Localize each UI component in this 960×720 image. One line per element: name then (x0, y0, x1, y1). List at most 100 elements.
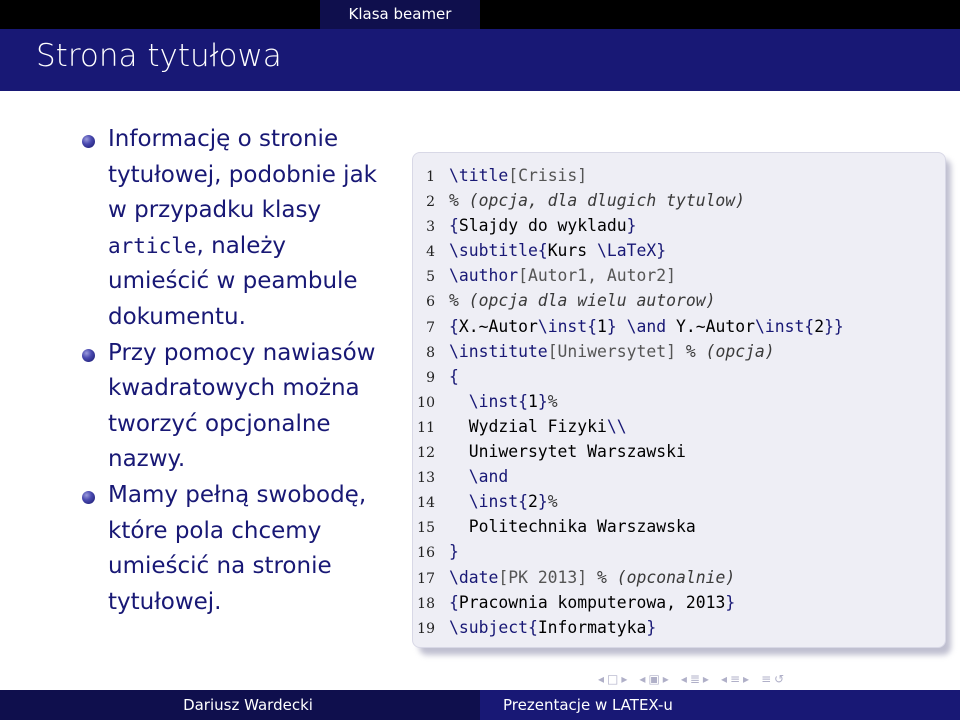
code-line-number: 4 (426, 244, 435, 261)
code-line-number: 15 (417, 520, 435, 537)
code-line: 11 Wydzial Fizyki\\ (413, 414, 947, 439)
bullet-text: Przy pomocy nawiasów kwadratowych można … (108, 339, 376, 473)
code-line: 6 % (opcja dla wielu autorow) (413, 288, 947, 313)
code-lines: 1 \title[Crisis] 2 % (opcja, dla dlugich ty… (413, 163, 947, 640)
code-token: \inst{ (537, 316, 598, 336)
code-token: % (opcja dla wielu autorow) (449, 291, 716, 311)
code-token: 1 (597, 316, 607, 336)
frame-title: Strona tytułowa (36, 38, 282, 74)
footer: Dariusz Wardecki Prezentacje w LATEX-u (0, 690, 960, 720)
nav-prev-subsection-icon[interactable]: ◂ (639, 672, 645, 686)
code-token: \institute (449, 341, 548, 361)
code-token: Politechnika Warszawska (449, 517, 696, 537)
code-line: 13 \and (413, 464, 947, 489)
navigation-symbols: ◂ □ ▸ ◂ ▣ ▸ ◂ ≣ ▸ ◂ ≡ ▸ ≡ ↺ (598, 672, 787, 686)
code-line-number: 17 (417, 570, 435, 587)
nav-subsection-icon[interactable]: ▣ (648, 672, 659, 686)
nav-prev-section-icon[interactable]: ◂ (681, 672, 687, 686)
code-token: { (449, 316, 459, 336)
code-token: } (606, 316, 617, 336)
code-line-number: 11 (417, 419, 435, 436)
code-line-number: 18 (417, 595, 435, 612)
code-line: 8 \institute[Uniwersytet] % (opcja) (413, 339, 947, 364)
code-token: { (449, 216, 459, 236)
code-line: 15 Politechnika Warszawska (413, 514, 947, 539)
code-token: \and (626, 316, 667, 336)
code-token: % (opcja, dla dlugich tytulow) (449, 191, 746, 211)
code-token: [Crisis] (508, 166, 588, 185)
code-token: Informatyka (537, 617, 647, 637)
code-token: Uniwersytet Warszawski (449, 442, 686, 462)
code-line-number: 5 (426, 269, 435, 286)
code-token: X.~Autor (458, 316, 538, 336)
code-token: % (547, 391, 558, 411)
code-token: \subtitle{ (449, 241, 548, 261)
bullet-list: Informację o stronie tytułowej, podobnie… (82, 122, 392, 620)
code-token: \subject{ (449, 617, 538, 637)
bullet-text: Mamy pełną swobodę, które pola chcemy um… (108, 481, 367, 615)
code-token: [Autor1, Autor2] (518, 266, 676, 286)
code-token: } (449, 542, 459, 562)
nav-next-frame-icon[interactable]: ▸ (621, 672, 627, 686)
code-token: \\ (606, 416, 627, 436)
nav-next-subsection-icon[interactable]: ▸ (663, 672, 669, 686)
code-line-number: 6 (426, 294, 435, 311)
nav-page-icon[interactable]: ≡ (730, 672, 740, 686)
code-line-number: 10 (417, 394, 435, 411)
footer-title: Prezentacje w LATEX-u (480, 690, 960, 720)
section-title[interactable]: Klasa beamer (320, 0, 480, 29)
code-line-number: 1 (426, 169, 435, 185)
code-token: \inst{ (468, 391, 528, 411)
code-line: 3 {Slajdy do wykladu} (413, 213, 947, 238)
code-line-number: 2 (426, 194, 435, 211)
code-token: { (449, 592, 459, 612)
code-line-number: 19 (417, 620, 435, 637)
code-token: Kurs (547, 241, 598, 261)
code-token: % (opcja) (685, 341, 775, 361)
code-token: Y.~Autor (666, 316, 755, 336)
nav-section-icon[interactable]: ≣ (690, 672, 700, 686)
nav-next-page-icon[interactable]: ▸ (743, 672, 749, 686)
code-line: 19 \subject{Informatyka} (413, 615, 947, 640)
code-line: 14 \inst{2}% (413, 489, 947, 514)
code-token: 2 (814, 316, 825, 336)
bullet-item: Informację o stronie tytułowej, podobnie… (82, 122, 392, 336)
code-token: } (537, 492, 548, 512)
code-line-number: 12 (417, 445, 435, 462)
nav-prev-page-icon[interactable]: ◂ (721, 672, 727, 686)
header-bar: Klasa beamer (0, 0, 960, 29)
code-token: } (646, 617, 657, 637)
code-line: 5 \author[Autor1, Autor2] (413, 263, 947, 288)
code-token: \and (468, 467, 509, 487)
code-token: \LaTeX} (597, 241, 667, 261)
nav-appendix-icon[interactable]: ≡ (761, 672, 771, 686)
code-line-number: 8 (426, 344, 435, 361)
code-token: { (449, 366, 459, 386)
code-line-number: 7 (426, 319, 435, 336)
code-line: 10 \inst{1}% (413, 389, 947, 414)
code-token: % (547, 492, 558, 512)
code-token: }} (824, 316, 844, 336)
code-token: [Uniwersytet] (547, 341, 676, 361)
code-line: 12 Uniwersytet Warszawski (413, 439, 947, 464)
code-token: } (537, 391, 548, 411)
nav-frame-icon[interactable]: □ (607, 672, 618, 686)
nav-search-icon[interactable]: ↺ (774, 672, 784, 686)
footer-author: Dariusz Wardecki (0, 690, 480, 720)
code-line-number: 14 (417, 495, 435, 512)
bullet-ball-icon (82, 490, 95, 504)
footer-title-text: Prezentacje w LATEX-u (503, 696, 673, 714)
code-token: Pracownia komputerowa, 2013 (458, 592, 726, 612)
code-token: 1 (527, 391, 538, 411)
nav-next-section-icon[interactable]: ▸ (703, 672, 709, 686)
code-token: \author (449, 266, 519, 286)
code-token: \title (449, 166, 509, 185)
code-block: 1 \title[Crisis] 2 % (opcja, dla dlugich ty… (412, 152, 946, 648)
code-line: 17 \date[PK 2013] % (opconalnie) (413, 565, 947, 590)
code-line: 7 {X.~Autor\inst{1} \and Y.~Autor\inst{2}… (413, 314, 947, 339)
nav-prev-frame-icon[interactable]: ◂ (598, 672, 604, 686)
bullet-ball-icon (82, 135, 95, 148)
